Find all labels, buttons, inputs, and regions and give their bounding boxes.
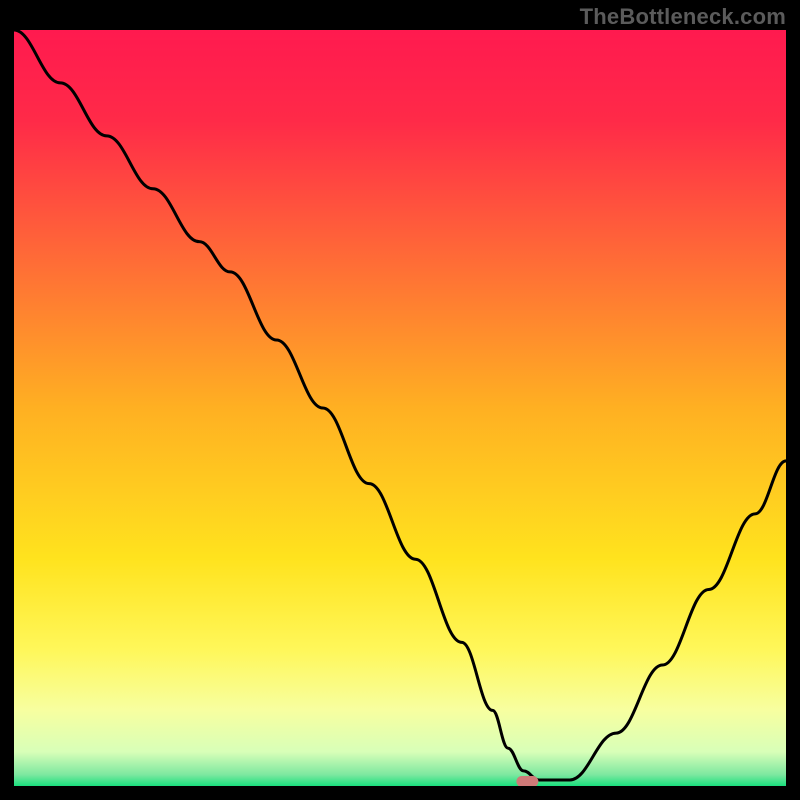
watermark-text: TheBottleneck.com (580, 4, 786, 30)
chart-svg (14, 30, 786, 786)
optimal-marker (516, 776, 538, 786)
plot-area (14, 30, 786, 786)
chart-frame: TheBottleneck.com (0, 0, 800, 800)
gradient-background (14, 30, 786, 786)
